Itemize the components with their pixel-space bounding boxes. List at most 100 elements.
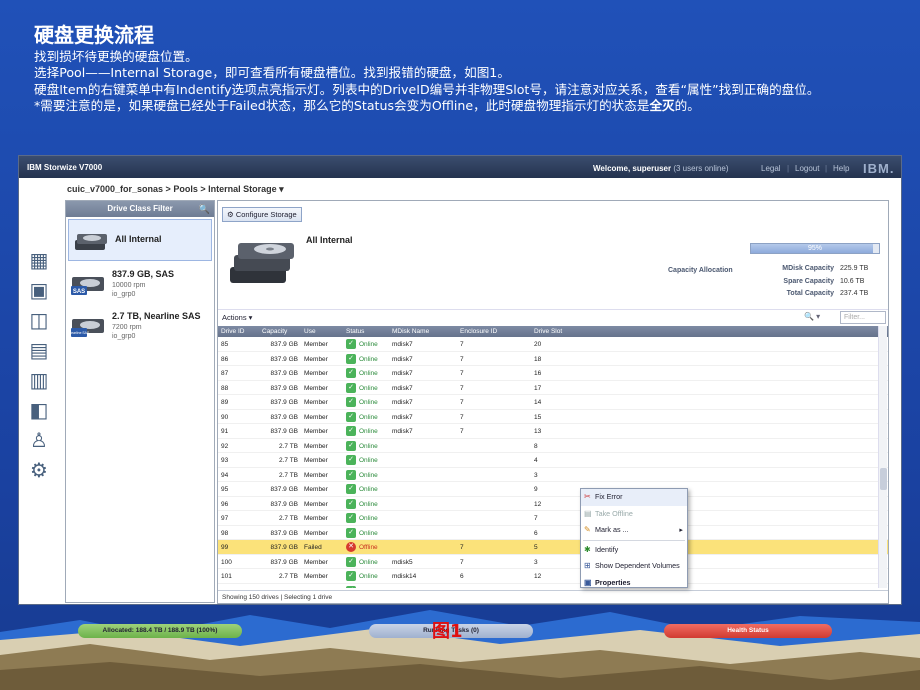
cell-id: 85	[221, 341, 229, 348]
table-row[interactable]: 88 837.9 GB Member ✓ Online mdisk7 7 17	[218, 381, 888, 395]
cell-cap: 2.7 TB	[262, 588, 298, 589]
online-status-icon: ✓	[346, 382, 356, 393]
actions-menu[interactable]: Actions ▾	[222, 313, 252, 322]
column-enclosure-id[interactable]: Enclosure ID	[460, 328, 497, 335]
menu-fix-error[interactable]: ✂ Fix Error	[581, 489, 687, 506]
table-row[interactable]: 87 837.9 GB Member ✓ Online mdisk7 7 16	[218, 366, 888, 381]
take-offline-icon: ▤	[584, 508, 592, 518]
note-emphasis: 全灭	[649, 98, 675, 114]
filter-input[interactable]: Filter...	[840, 311, 886, 324]
table-scrollbar[interactable]	[878, 326, 887, 588]
online-status-icon: ✓	[346, 397, 356, 407]
settings-icon[interactable]: ⚙	[25, 458, 53, 482]
logout-link[interactable]: Logout	[795, 164, 819, 173]
note-tail: 的。	[674, 98, 700, 114]
cell-slot: 16	[534, 370, 542, 377]
configure-storage-button[interactable]: ⚙ Configure Storage	[222, 207, 302, 222]
table-row[interactable]: 85 837.9 GB Member ✓ Online mdisk7 7 20	[218, 337, 888, 352]
landscape-decoration	[0, 610, 920, 690]
context-menu: ✂ Fix Error ▤ Take Offline ✎ Mark as ... ▸ ✱…	[580, 488, 688, 588]
cell-slot: 20	[534, 341, 542, 348]
scrollbar-thumb[interactable]	[880, 468, 887, 490]
submenu-arrow-icon: ▸	[679, 525, 683, 534]
filter-item-nearline[interactable]: Nearline SAS 2.7 TB, Nearline SAS 7200 r…	[66, 305, 214, 347]
cell-use: Member	[304, 428, 328, 435]
table-row[interactable]: 93 2.7 TB Member ✓ Online 4	[218, 453, 888, 468]
table-row[interactable]: 94 2.7 TB Member ✓ Online 3	[218, 468, 888, 482]
table-row[interactable]: 89 837.9 GB Member ✓ Online mdisk7 7 14	[218, 395, 888, 410]
pools-icon[interactable]: ◫	[25, 308, 53, 332]
cell-use: Member	[304, 588, 328, 589]
allocated-status-pill[interactable]: Allocated: 188.4 TB / 188.9 TB (100%)	[78, 624, 242, 638]
hosts-icon[interactable]: ▥	[25, 368, 53, 392]
cell-slot: 9	[534, 588, 538, 589]
slide-notes: 硬盘更换流程 找到损坏待更换的硬盘位置。 选择Pool——Internal St…	[34, 22, 894, 115]
legal-link[interactable]: Legal	[761, 164, 781, 173]
online-status-icon: ✓	[346, 484, 356, 494]
filter-item-all-internal[interactable]: All Internal	[68, 219, 212, 261]
note-text: *需要注意的是，如果硬盘已经处于Failed状态，那么它的Status会变为Of…	[34, 98, 650, 114]
menu-label: Mark as ...	[595, 525, 629, 534]
health-status-pill[interactable]: Health Status	[664, 624, 832, 638]
menu-identify[interactable]: ✱ Identify	[581, 542, 687, 559]
cell-cap: 837.9 GB	[270, 399, 298, 406]
table-row[interactable]: 95 837.9 GB Member ✓ Online 9	[218, 482, 888, 497]
cell-id: 101	[221, 573, 232, 580]
filter-item-sas[interactable]: SAS 837.9 GB, SAS 10000 rpm io_grp0	[66, 263, 214, 305]
column-status[interactable]: Status	[346, 328, 364, 335]
column-mdisk-name[interactable]: MDisk Name	[392, 328, 429, 335]
filter-search-icon[interactable]: 🔍 ▾	[804, 312, 820, 321]
table-row[interactable]: 86 837.9 GB Member ✓ Online mdisk7 7 18	[218, 352, 888, 366]
cell-slot: 3	[534, 558, 538, 566]
copy-services-icon[interactable]: ◧	[25, 398, 53, 422]
capacity-allocation-label: Capacity Allocation	[668, 267, 733, 274]
table-row[interactable]: 97 2.7 TB Member ✓ Online 7	[218, 511, 888, 526]
home-icon[interactable]: ▦	[25, 248, 53, 272]
cell-mdisk: mdisk13	[392, 588, 416, 589]
column-use[interactable]: Use	[304, 328, 316, 335]
cell-cap: 837.9 GB	[270, 500, 298, 508]
table-row[interactable]: 100 837.9 GB Member ✓ Online mdisk5 7 3	[218, 555, 888, 569]
online-status-icon: ✓	[346, 411, 356, 422]
breadcrumb-current[interactable]: Internal Storage ▾	[208, 184, 284, 194]
menu-show-dependent-volumes[interactable]: ⊞ Show Dependent Volumes	[581, 558, 687, 575]
cell-slot: 7	[534, 515, 538, 522]
search-icon[interactable]: 🔍	[199, 201, 210, 217]
monitoring-icon[interactable]: ▣	[25, 278, 53, 302]
instruction-line-4: *需要注意的是，如果硬盘已经处于Failed状态，那么它的Status会变为Of…	[34, 98, 894, 114]
column-drive-id[interactable]: Drive ID	[221, 328, 244, 335]
cell-encl: 7	[460, 544, 464, 551]
cell-status: Online	[359, 399, 378, 406]
cell-status: Offline	[359, 544, 378, 551]
column-capacity[interactable]: Capacity	[262, 328, 287, 335]
drive-stack-icon	[75, 234, 107, 250]
menu-properties[interactable]: ▣ Properties	[581, 575, 687, 592]
table-row[interactable]: 98 837.9 GB Member ✓ Online 6	[218, 526, 888, 540]
access-icon[interactable]: ♙	[25, 428, 53, 452]
menu-label: Properties	[595, 577, 631, 587]
table-row[interactable]: 102 2.7 TB Member ✓Online mdisk13 6 9	[218, 584, 888, 589]
menu-mark-as[interactable]: ✎ Mark as ... ▸	[581, 522, 687, 539]
cell-status: Online	[359, 413, 378, 421]
table-row[interactable]: 90 837.9 GB Member ✓ Online mdisk7 7 15	[218, 410, 888, 424]
cell-cap: 837.9 GB	[270, 486, 298, 493]
table-row[interactable]: 92 2.7 TB Member ✓ Online 8	[218, 439, 888, 453]
table-row[interactable]: 96 837.9 GB Member ✓ Online 12	[218, 497, 888, 511]
cell-slot: 3	[534, 471, 538, 479]
column-drive-slot[interactable]: Drive Slot	[534, 328, 562, 335]
table-row[interactable]: 91 837.9 GB Member ✓ Online mdisk7 7 13	[218, 424, 888, 439]
volumes-icon[interactable]: ▤	[25, 338, 53, 362]
filter-item-iogrp: io_grp0	[112, 333, 136, 340]
table-row[interactable]: 101 2.7 TB Member ✓ Online mdisk14 6 12	[218, 569, 888, 584]
cell-encl: 7	[460, 341, 464, 348]
menu-take-offline[interactable]: ▤ Take Offline	[581, 506, 687, 523]
help-link[interactable]: Help	[833, 164, 849, 173]
cell-status: Online	[359, 370, 378, 377]
online-status-icon: ✓	[346, 469, 356, 480]
cell-id: 86	[221, 355, 229, 363]
welcome-text: Welcome, superuser (3 users online)	[593, 164, 728, 173]
breadcrumb-path[interactable]: cuic_v7000_for_sonas > Pools >	[67, 184, 206, 194]
cell-id: 91	[221, 428, 229, 435]
table-footer: Showing 150 drives | Selecting 1 drive	[218, 590, 888, 603]
table-row[interactable]: 99 837.9 GB Failed ✕ Offline 7 5	[218, 540, 888, 555]
